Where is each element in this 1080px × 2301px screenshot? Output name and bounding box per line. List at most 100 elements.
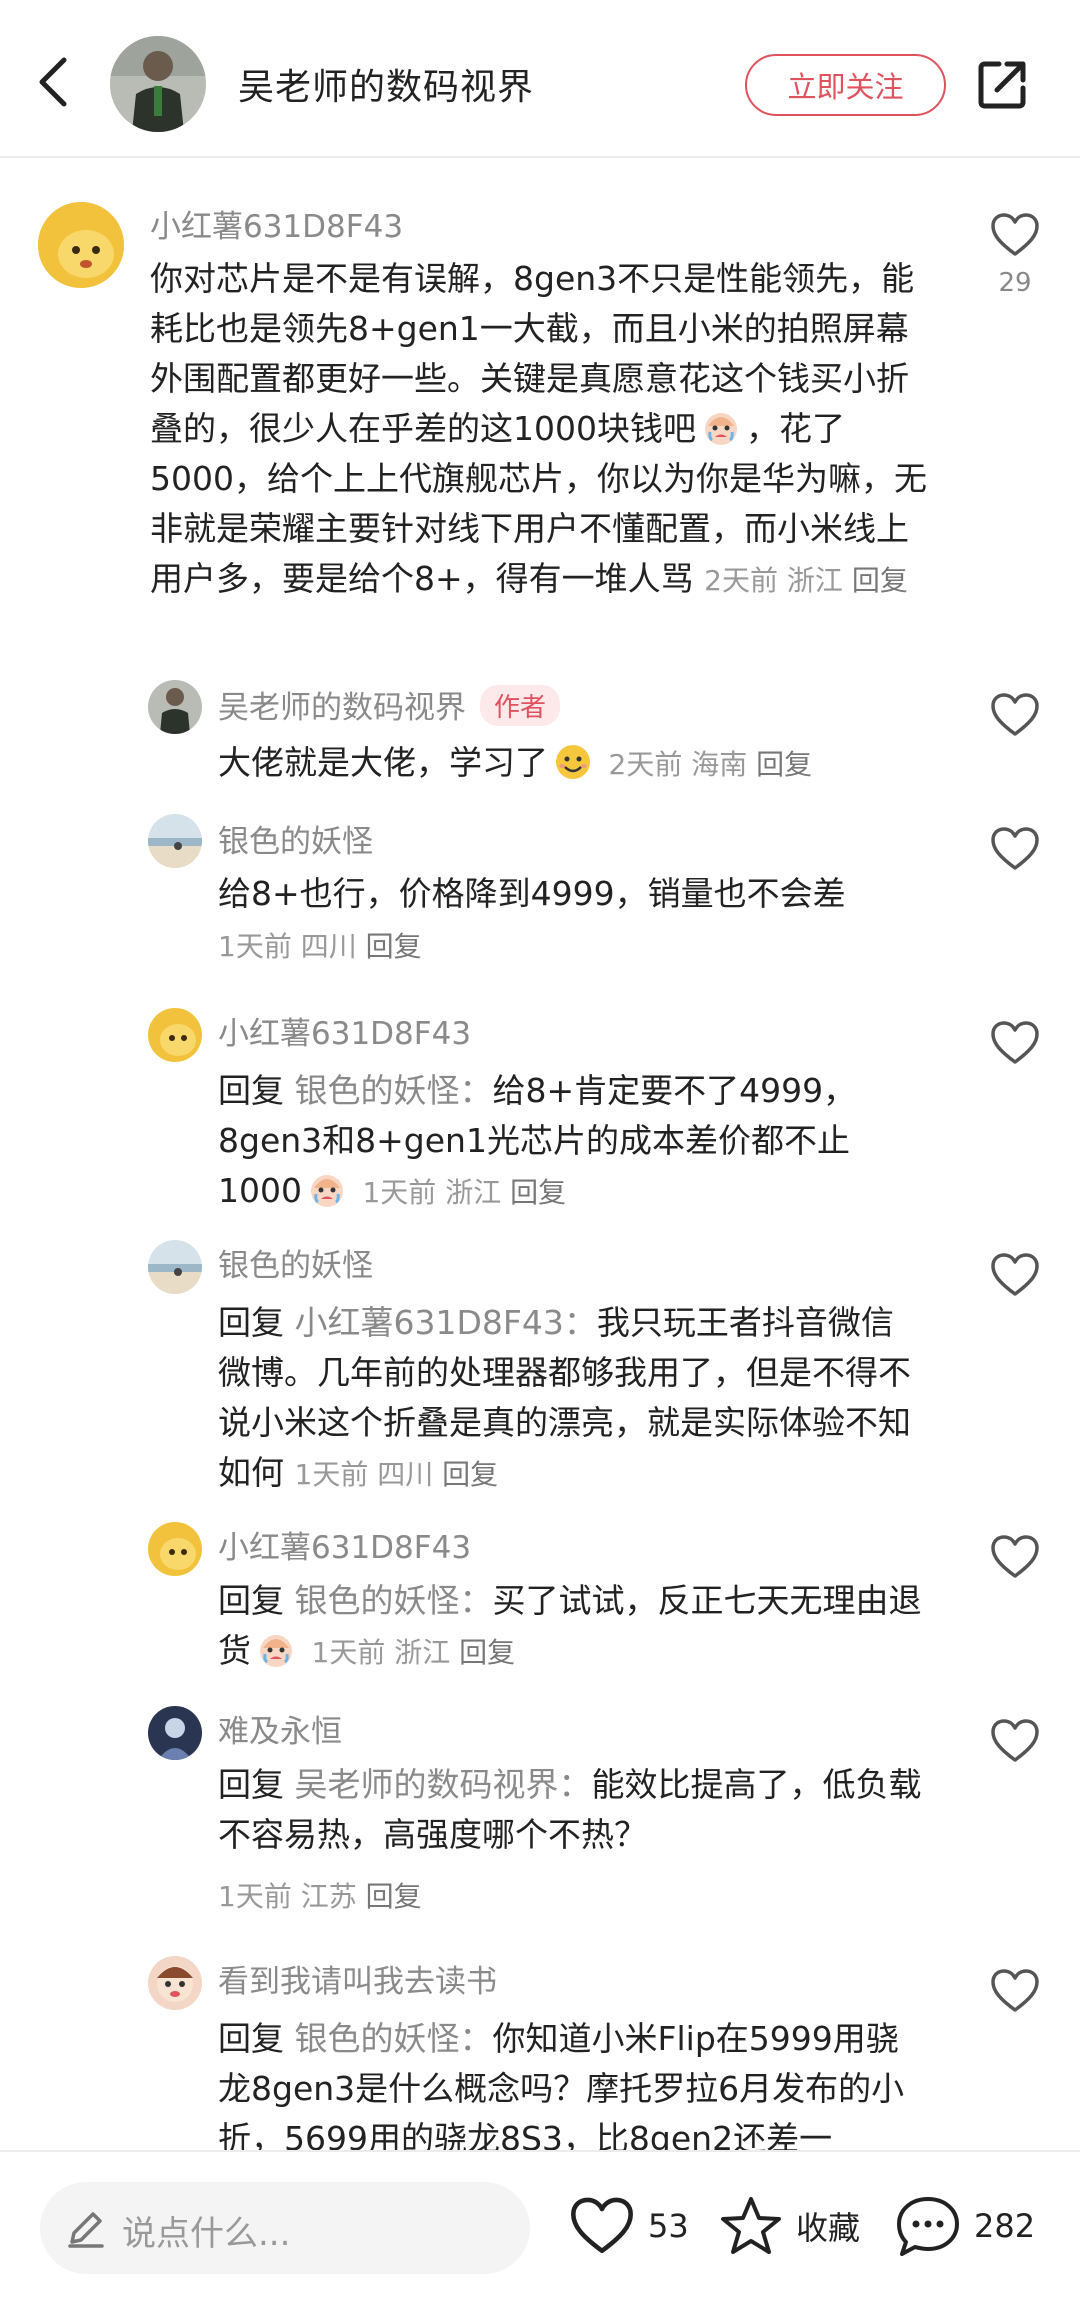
reply-prefix: 回复 xyxy=(218,1581,284,1620)
comment-time: 1天前 xyxy=(294,1458,369,1491)
comment-time: 2天前 xyxy=(704,564,778,597)
comment-location: 浙江 xyxy=(445,1176,502,1209)
comment-item: 小红薯631D8F43 回复 银色的妖怪：买了试试，反正七天无理由退货 1天前 … xyxy=(0,1518,1080,1678)
comment-body: 回复 小红薯631D8F43：我只玩王者抖音微信微博。几年前的处理器都够我用了，… xyxy=(218,1298,918,1500)
comment-location: 江苏 xyxy=(300,1880,357,1913)
comment-username: 吴老师的数码视界 作者 xyxy=(218,682,561,727)
collect-button[interactable]: 收藏 xyxy=(718,2190,860,2262)
comment-time: 1天前 xyxy=(218,930,292,963)
share-icon xyxy=(978,61,1026,109)
comment-body: 回复 银色的妖怪：给8+肯定要不了4999，8gen3和8+gen1光芯片的成本… xyxy=(218,1066,908,1218)
comment-count-button[interactable]: 282 xyxy=(894,2190,1035,2262)
comment-body: 给8+也行，价格降到4999，销量也不会差 1天前 四川 回复 xyxy=(218,866,938,972)
comment-meta: 1天前 四川 回复 xyxy=(295,1458,499,1491)
user-avatar[interactable] xyxy=(148,814,202,868)
crying-emoji-icon xyxy=(306,1168,348,1210)
reply-button[interactable]: 回复 xyxy=(459,1636,515,1669)
like-count: 53 xyxy=(648,2207,689,2245)
comment-username[interactable]: 难及永恒 xyxy=(218,1706,342,1751)
star-icon xyxy=(721,2197,781,2254)
comment-username[interactable]: 小红薯631D8F43 xyxy=(218,1008,471,1053)
back-arrow-icon xyxy=(39,57,67,107)
comment-input[interactable]: 说点什么... xyxy=(40,2182,530,2274)
reply-prefix: 回复 xyxy=(218,2019,284,2058)
comment-item: 小红薯631D8F43 回复 银色的妖怪：给8+肯定要不了4999，8gen3和… xyxy=(0,1004,1080,1214)
reply-button[interactable]: 回复 xyxy=(366,1880,422,1913)
heart-icon xyxy=(991,693,1039,736)
comment-location: 浙江 xyxy=(786,564,843,597)
user-avatar[interactable] xyxy=(148,1522,202,1576)
reply-button[interactable]: 回复 xyxy=(366,930,422,963)
collect-label: 收藏 xyxy=(796,2209,861,2247)
comment-time: 1天前 xyxy=(311,1636,386,1669)
comment-item: 看到我请叫我去读书 回复 银色的妖怪：你知道小米Flip在5999用骁龙8gen… xyxy=(0,1952,1080,2150)
user-avatar[interactable] xyxy=(38,202,124,288)
like-button[interactable] xyxy=(990,1718,1040,1764)
reply-prefix: 回复 xyxy=(218,1071,284,1110)
top-bar: 吴老师的数码视界 立即关注 xyxy=(0,0,1080,158)
like-button[interactable] xyxy=(990,1968,1040,2014)
comment-meta: 2天前 海南 回复 xyxy=(609,748,813,781)
author-name-label[interactable]: 吴老师的数码视界 xyxy=(218,690,466,726)
like-button[interactable] xyxy=(990,1252,1040,1298)
heart-icon xyxy=(991,213,1039,256)
like-post-button[interactable]: 53 xyxy=(568,2190,689,2262)
reply-button[interactable]: 回复 xyxy=(756,748,812,781)
comment-meta: 1天前 江苏 回复 xyxy=(218,1872,948,1922)
comment-body: 回复 吴老师的数码视界：能效比提高了，低负载不容易热，高强度哪个不热？ 1天前 … xyxy=(218,1760,948,1922)
author-name[interactable]: 吴老师的数码视界 xyxy=(238,58,534,110)
reply-button[interactable]: 回复 xyxy=(510,1176,566,1209)
comment-item: 吴老师的数码视界 作者 大佬就是大佬，学习了 2天前 海南 回复 xyxy=(0,678,1080,788)
comment-username[interactable]: 小红薯631D8F43 xyxy=(218,1522,471,1567)
reply-prefix: 回复 xyxy=(218,1303,284,1342)
comment-location: 四川 xyxy=(377,1458,434,1491)
author-avatar[interactable] xyxy=(110,36,206,132)
comment-username[interactable]: 小红薯631D8F43 xyxy=(150,201,403,246)
reply-button[interactable]: 回复 xyxy=(852,564,908,597)
like-button[interactable] xyxy=(990,692,1040,738)
mention-username[interactable]: 银色的妖怪： xyxy=(295,1071,493,1110)
like-button[interactable] xyxy=(990,1020,1040,1066)
like-button[interactable] xyxy=(990,212,1040,258)
mention-username[interactable]: 银色的妖怪： xyxy=(295,2019,493,2058)
comment-location: 海南 xyxy=(691,748,748,781)
heart-icon xyxy=(991,1253,1039,1296)
user-avatar[interactable] xyxy=(148,680,202,734)
like-button[interactable] xyxy=(990,826,1040,872)
heart-icon xyxy=(571,2197,633,2254)
comment-body: 回复 银色的妖怪：买了试试，反正七天无理由退货 1天前 浙江 回复 xyxy=(218,1576,938,1678)
share-button[interactable] xyxy=(975,56,1031,112)
like-button[interactable] xyxy=(990,1534,1040,1580)
heart-icon xyxy=(991,1719,1039,1762)
comment-item: 银色的妖怪 回复 小红薯631D8F43：我只玩王者抖音微信微博。几年前的处理器… xyxy=(0,1236,1080,1496)
mention-username[interactable]: 银色的妖怪： xyxy=(295,1581,493,1620)
crying-emoji-icon xyxy=(700,406,742,448)
reply-prefix: 回复 xyxy=(218,1765,284,1804)
comment-text: 给8+也行，价格降到4999，销量也不会差 xyxy=(218,874,846,913)
mention-username[interactable]: 吴老师的数码视界： xyxy=(295,1765,592,1804)
smile-emoji-icon xyxy=(552,740,594,782)
comment-username[interactable]: 看到我请叫我去读书 xyxy=(218,1956,497,2001)
comment-item: 小红薯631D8F43 你对芯片是不是有误解，8gen3不只是性能领先，能耗比也… xyxy=(0,196,1080,656)
user-avatar[interactable] xyxy=(148,1240,202,1294)
chat-bubble-icon xyxy=(897,2197,959,2256)
follow-button[interactable]: 立即关注 xyxy=(745,54,946,116)
comment-username[interactable]: 银色的妖怪 xyxy=(218,1240,373,1285)
comment-time: 1天前 xyxy=(362,1176,437,1209)
comment-time: 2天前 xyxy=(608,748,683,781)
mention-username[interactable]: 小红薯631D8F43： xyxy=(295,1303,597,1342)
user-avatar[interactable] xyxy=(148,1008,202,1062)
user-avatar[interactable] xyxy=(148,1706,202,1760)
comment-body: 你对芯片是不是有误解，8gen3不只是性能领先，能耗比也是领先8+gen1一大截… xyxy=(150,254,940,606)
user-avatar[interactable] xyxy=(148,1956,202,2010)
comment-meta: 2天前 浙江 回复 xyxy=(704,564,908,597)
heart-icon xyxy=(991,1969,1039,2012)
comment-text: 大佬就是大佬，学习了 xyxy=(218,743,548,782)
reply-button[interactable]: 回复 xyxy=(442,1458,498,1491)
comment-username[interactable]: 银色的妖怪 xyxy=(218,816,373,861)
comment-meta: 1天前 浙江 回复 xyxy=(312,1636,516,1669)
back-button[interactable] xyxy=(30,52,80,112)
comment-meta: 1天前 浙江 回复 xyxy=(362,1176,566,1209)
comment-item: 难及永恒 回复 吴老师的数码视界：能效比提高了，低负载不容易热，高强度哪个不热？… xyxy=(0,1702,1080,1913)
crying-emoji-icon xyxy=(255,1628,297,1670)
